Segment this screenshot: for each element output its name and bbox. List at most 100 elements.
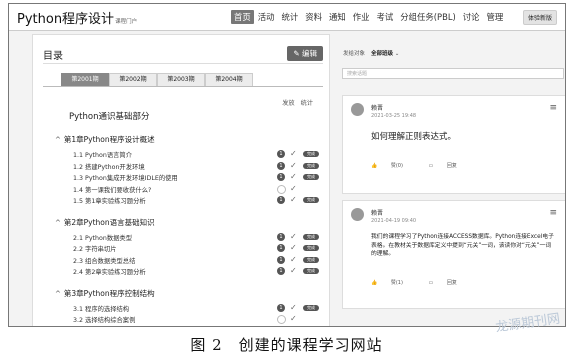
post-time: 2021-03-25 19:48 (371, 113, 417, 119)
section-item[interactable]: 1.5 第1章实验练习题分析 (73, 196, 146, 205)
nav-activity[interactable]: 活动 (255, 10, 278, 24)
menu-icon[interactable]: ≡ (549, 104, 557, 113)
tab-term-2003[interactable]: 第2003期 (157, 73, 205, 87)
pencil-icon: ✎ (293, 49, 300, 58)
avatar (351, 208, 364, 221)
check-icon: ✓ (290, 314, 297, 323)
like-button[interactable]: 👍 赞(1) (371, 280, 415, 286)
status-badge: 完成 (303, 245, 319, 251)
browser-screenshot: Python程序设计课程门户 首页 活动 统计 资料 通知 作业 考试 分组任务… (8, 3, 566, 327)
publish-link[interactable]: 发放 (282, 100, 294, 107)
reply-button[interactable]: ▭ 回复 (429, 280, 469, 286)
post-author: 赖晋 (371, 210, 384, 217)
topic-search-input[interactable]: 搜索话题 (342, 68, 564, 79)
part-heading: Python通识基础部分 (69, 112, 150, 122)
check-icon: ✓ (290, 183, 297, 193)
task-count-badge: 1 (277, 244, 285, 252)
task-count-badge: 1 (277, 303, 285, 312)
task-count-badge: 1 (277, 173, 285, 181)
avatar (351, 103, 364, 116)
edit-label: 编辑 (302, 49, 317, 58)
nav-home[interactable]: 首页 (231, 10, 254, 24)
empty-status-icon (277, 315, 286, 324)
nav-exam[interactable]: 考试 (374, 10, 397, 24)
brand-subtitle: 课程门户 (115, 19, 138, 25)
nav-manage[interactable]: 管理 (484, 10, 507, 24)
section-item[interactable]: 2.2 字符串切片 (73, 244, 117, 253)
task-count-badge: 1 (277, 196, 285, 204)
divider (43, 63, 323, 64)
check-icon: ✓ (290, 160, 297, 170)
nav-group-tasks[interactable]: 分组任务(PBL) (397, 10, 459, 24)
new-version-button[interactable]: 体验新版 (522, 10, 557, 25)
chevron-up-icon[interactable]: ^ (55, 219, 61, 227)
thumb-up-icon: 👍 (371, 163, 378, 169)
thumb-up-icon: 👍 (371, 280, 378, 286)
tabs-underline (43, 86, 323, 87)
chapter-heading[interactable]: ^ 第2章Python语言基础知识 (55, 217, 155, 228)
chapter-title: 第2章Python语言基础知识 (63, 217, 155, 227)
check-icon: ✓ (290, 302, 297, 312)
post-author: 赖晋 (371, 105, 384, 112)
chapter-heading[interactable]: ^ 第3章Python程序控制结构 (55, 288, 155, 299)
chevron-down-icon: ⌄ (394, 51, 400, 57)
chevron-up-icon[interactable]: ^ (55, 136, 61, 144)
brand-title: Python程序设计 (17, 12, 115, 27)
catalog-actions: 发放 统计 (276, 98, 313, 107)
tab-term-2004[interactable]: 第2004期 (205, 73, 253, 87)
nav-materials[interactable]: 资料 (302, 10, 325, 24)
filter-label: 发给对象 (343, 51, 366, 57)
catalog-title: 目录 (43, 51, 63, 62)
chapter-title: 第3章Python程序控制结构 (63, 288, 155, 298)
section-item[interactable]: 2.1 Python数据类型 (73, 233, 132, 242)
status-badge: 完成 (303, 268, 319, 274)
nav-discussion[interactable]: 讨论 (460, 10, 483, 24)
section-item[interactable]: 3.2 选择结构综合案例 (73, 315, 135, 324)
audience-filter[interactable]: 发给对象 全部班级 ⌄ (343, 49, 399, 57)
comment-icon: ▭ (428, 280, 434, 286)
status-badge: 完成 (303, 151, 319, 157)
top-navigation-bar: Python程序设计课程门户 首页 活动 统计 资料 通知 作业 考试 分组任务… (9, 4, 565, 31)
nav-notices[interactable]: 通知 (326, 10, 349, 24)
status-badge: 完成 (303, 256, 319, 263)
stats-link[interactable]: 统计 (301, 100, 313, 107)
nav-homework[interactable]: 作业 (350, 10, 373, 24)
tab-term-2002[interactable]: 第2002期 (109, 73, 157, 87)
section-item[interactable]: 2.3 组合数据类型总结 (73, 256, 135, 265)
status-badge: 完成 (303, 197, 319, 203)
nav-stats[interactable]: 统计 (279, 10, 302, 24)
comment-icon: ▭ (428, 163, 434, 169)
section-item[interactable]: 3.1 程序的选择结构 (73, 304, 129, 313)
chapter-heading[interactable]: ^ 第1章Python程序设计概述 (55, 134, 155, 145)
status-badge: 完成 (303, 162, 319, 169)
like-button[interactable]: 👍 赞(0) (371, 163, 415, 169)
task-count-badge: 1 (277, 267, 285, 275)
edit-button[interactable]: ✎ 编辑 (287, 46, 323, 61)
check-icon: ✓ (290, 149, 297, 158)
check-icon: ✓ (290, 266, 297, 275)
post-text: 如何理解正则表达式。 (371, 132, 457, 142)
menu-icon[interactable]: ≡ (549, 209, 557, 218)
section-item[interactable]: 1.3 Python集成开发环境IDLE的使用 (73, 173, 178, 182)
tab-term-2001[interactable]: 第2001期 (61, 73, 109, 87)
figure-caption: 图 2 创建的课程学习网站 (190, 336, 383, 354)
empty-status-icon (277, 184, 286, 194)
discussion-post[interactable]: 赖晋 2021-04-19 09:40 ≡ 我们的课程学习了Python连接AC… (342, 200, 565, 309)
section-item[interactable]: 2.4 第2章实验练习题分析 (73, 267, 146, 276)
task-count-badge: 1 (277, 161, 285, 170)
like-count: 赞(1) (390, 280, 403, 286)
section-item[interactable]: 1.4 第一课我们要收获什么? (73, 185, 151, 194)
check-icon: ✓ (290, 172, 297, 181)
course-brand[interactable]: Python程序设计课程门户 (17, 8, 137, 27)
post-footer: 👍 赞(1) ▭ 回复 (371, 279, 481, 286)
section-item[interactable]: 1.2 搭建Python开发环境 (73, 162, 145, 171)
chevron-up-icon[interactable]: ^ (55, 290, 61, 298)
check-icon: ✓ (290, 231, 297, 241)
status-badge: 完成 (303, 304, 319, 311)
main-nav: 首页 活动 统计 资料 通知 作业 考试 分组任务(PBL) 讨论 管理 (231, 10, 507, 24)
status-badge: 完成 (303, 174, 319, 180)
reply-label: 回复 (446, 280, 457, 286)
reply-button[interactable]: ▭ 回复 (429, 163, 469, 169)
section-item[interactable]: 1.1 Python语言简介 (73, 150, 132, 159)
discussion-post[interactable]: 赖晋 2021-03-25 19:48 ≡ 如何理解正则表达式。 👍 赞(0) … (342, 95, 565, 194)
